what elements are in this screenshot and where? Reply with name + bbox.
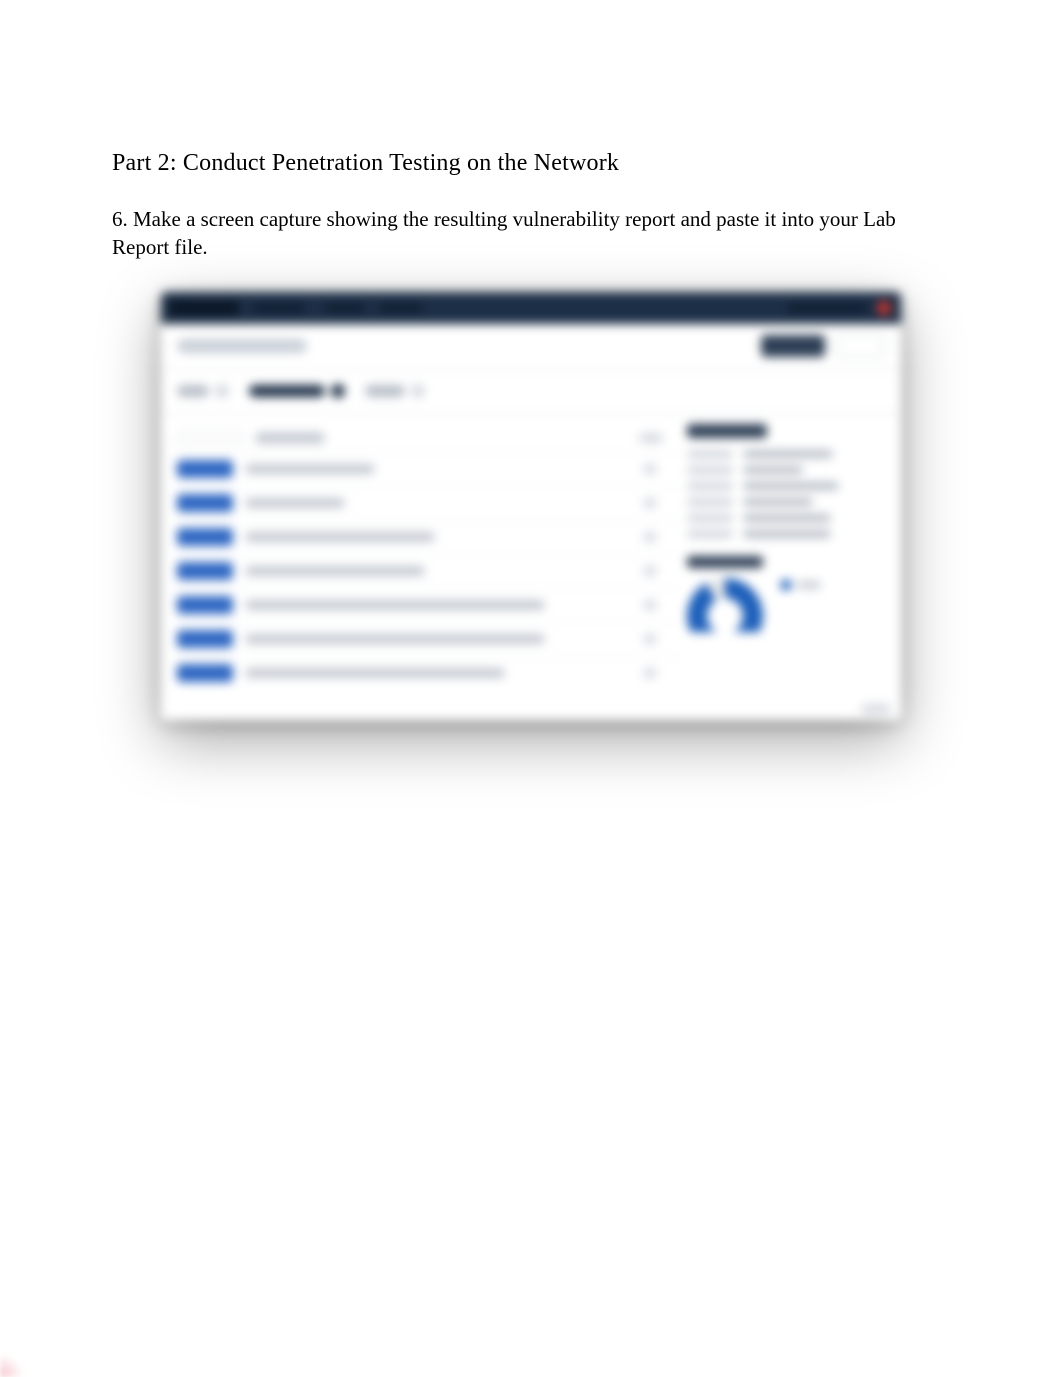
tab-vulnerabilities[interactable] bbox=[249, 384, 345, 398]
scan-sidebar bbox=[681, 414, 901, 702]
tab-label bbox=[249, 385, 325, 397]
row-count bbox=[643, 498, 657, 508]
row-count bbox=[643, 532, 657, 542]
tab-label bbox=[365, 385, 405, 397]
row-name bbox=[245, 566, 425, 576]
table-row[interactable] bbox=[171, 486, 681, 520]
titlebar-text bbox=[379, 305, 423, 311]
tab-count bbox=[411, 384, 425, 398]
tab-history[interactable] bbox=[365, 384, 425, 398]
severity-pill bbox=[177, 562, 233, 580]
detail-row bbox=[687, 482, 887, 490]
legend-swatch-icon bbox=[781, 580, 791, 590]
row-name bbox=[245, 668, 505, 678]
section-title: Part 2: Conduct Penetration Testing on t… bbox=[112, 150, 950, 177]
table-row[interactable] bbox=[171, 588, 681, 622]
column-severity[interactable] bbox=[177, 432, 243, 444]
row-count bbox=[643, 600, 657, 610]
pager[interactable] bbox=[861, 704, 891, 714]
detail-row bbox=[687, 514, 887, 522]
main-content bbox=[161, 414, 901, 702]
row-name bbox=[245, 532, 435, 542]
notification-icon[interactable] bbox=[877, 301, 891, 315]
row-count bbox=[643, 464, 657, 474]
detail-row bbox=[687, 498, 887, 506]
row-count bbox=[643, 668, 657, 678]
severity-pill bbox=[177, 664, 233, 682]
vulnerability-report-screenshot bbox=[161, 292, 901, 720]
legend-label bbox=[797, 581, 821, 589]
row-name bbox=[245, 634, 545, 644]
detail-row bbox=[687, 450, 887, 458]
row-name bbox=[245, 600, 545, 610]
pager-bar bbox=[161, 702, 901, 720]
tabs bbox=[161, 370, 901, 414]
severity-pill bbox=[177, 528, 233, 546]
export-button[interactable] bbox=[835, 335, 885, 357]
tab-hosts[interactable] bbox=[177, 384, 229, 398]
tab-count bbox=[215, 384, 229, 398]
row-name bbox=[245, 464, 375, 474]
row-name bbox=[245, 498, 345, 508]
vulnerabilities-heading bbox=[687, 556, 763, 568]
table-header bbox=[171, 424, 681, 452]
severity-pill bbox=[177, 494, 233, 512]
vulnerabilities-table bbox=[161, 414, 681, 702]
chart-legend bbox=[781, 580, 821, 590]
titlebar-text bbox=[253, 305, 305, 311]
detail-row bbox=[687, 530, 887, 538]
vulnerabilities-donut-chart bbox=[687, 578, 763, 632]
severity-pill bbox=[177, 630, 233, 648]
instruction-text: 6. Make a screen capture showing the res… bbox=[112, 205, 950, 262]
detail-row bbox=[687, 466, 887, 474]
app-titlebar bbox=[161, 292, 901, 324]
tab-count bbox=[331, 384, 345, 398]
tab-label bbox=[177, 385, 209, 397]
scan-name bbox=[177, 339, 307, 353]
scan-header bbox=[161, 324, 901, 370]
app-logo bbox=[169, 301, 239, 315]
column-name[interactable] bbox=[255, 432, 325, 444]
row-count bbox=[643, 634, 657, 644]
scan-details-heading bbox=[687, 424, 767, 438]
severity-pill bbox=[177, 596, 233, 614]
table-row[interactable] bbox=[171, 452, 681, 486]
row-count bbox=[643, 566, 657, 576]
table-row[interactable] bbox=[171, 622, 681, 656]
severity-pill bbox=[177, 460, 233, 478]
table-row[interactable] bbox=[171, 520, 681, 554]
table-row[interactable] bbox=[171, 554, 681, 588]
page-curl-icon bbox=[0, 1353, 24, 1377]
configure-button[interactable] bbox=[761, 335, 825, 357]
table-row[interactable] bbox=[171, 656, 681, 690]
titlebar-user bbox=[787, 305, 867, 311]
titlebar-text bbox=[325, 305, 365, 311]
column-count[interactable] bbox=[639, 433, 663, 443]
